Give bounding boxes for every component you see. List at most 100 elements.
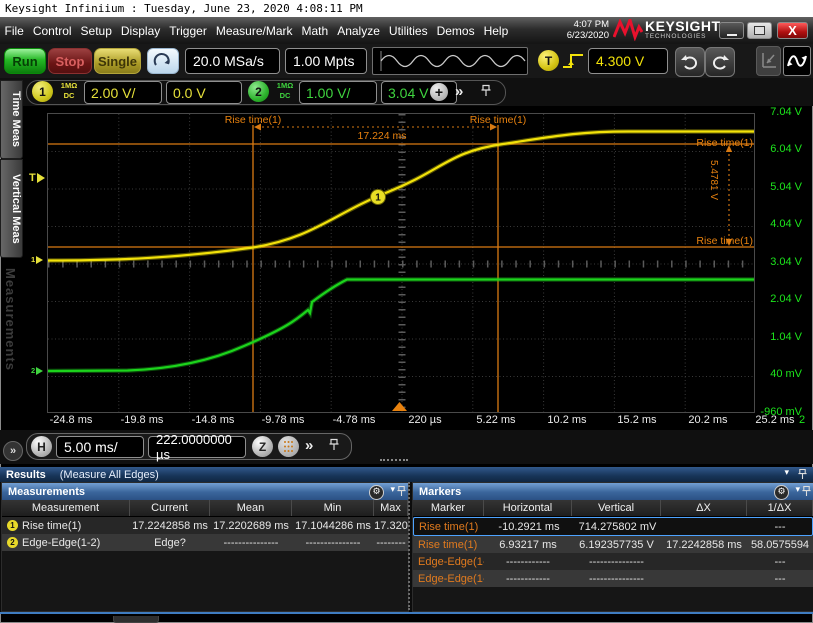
measurement-row[interactable]: 2Edge-Edge(1-2) Edge? --------------- --… xyxy=(2,534,408,551)
add-channel-button[interactable]: + xyxy=(430,83,448,101)
markers-pin-icon[interactable] xyxy=(802,485,811,500)
channel1-scale-field[interactable]: 2.00 V/ xyxy=(84,81,162,104)
col-min[interactable]: Min xyxy=(292,500,374,516)
menu-utilities[interactable]: Utilities xyxy=(384,24,432,38)
zoom-button[interactable]: Z xyxy=(252,436,273,457)
trigger-edge-icon[interactable] xyxy=(561,50,585,77)
menu-analyze[interactable]: Analyze xyxy=(333,24,385,38)
marker-row[interactable]: Edge-Edge(1-2) ------------ ------------… xyxy=(413,570,813,587)
menu-measure-mark[interactable]: Measure/Mark xyxy=(211,24,297,38)
channel2-ground-marker[interactable]: 2 xyxy=(31,366,43,375)
markers-dropdown-icon[interactable]: ▾ xyxy=(795,485,800,495)
horizontal-badge[interactable]: H xyxy=(31,436,52,457)
menu-setup[interactable]: Setup xyxy=(76,24,116,38)
menu-file[interactable]: File xyxy=(0,24,28,38)
memory-depth-field[interactable]: 1.00 Mpts xyxy=(285,48,367,74)
menu-trigger[interactable]: Trigger xyxy=(165,24,212,38)
results-pin-icon[interactable] xyxy=(798,468,807,483)
scope-graticule: 1 xyxy=(48,114,754,412)
timebase-position-field[interactable]: 222.0000000 µs xyxy=(148,436,246,458)
hbar-expand-button[interactable]: » xyxy=(3,441,23,461)
marker-row[interactable]: Edge-Edge(1-2) ------------ ------------… xyxy=(413,553,813,570)
vaxis-label: 7.04 V xyxy=(758,106,802,118)
waveform-display[interactable]: 1 Rise time(1) Rise time(1) 17.224 ms Ri… xyxy=(47,113,755,413)
marker1-dx xyxy=(662,518,748,535)
markers-gear-icon[interactable]: ⚙ xyxy=(774,485,789,500)
menu-demos[interactable]: Demos xyxy=(432,24,479,38)
panel-drag-handle[interactable] xyxy=(380,459,408,463)
marker-row[interactable]: Rise time(1) -10.2921 ms 714.275802 mV -… xyxy=(413,517,813,536)
marker2-name: Rise time(1) xyxy=(413,536,484,553)
single-button[interactable]: Single xyxy=(94,48,141,74)
panel-splitter[interactable] xyxy=(408,482,411,610)
clock-time: 4:07 PM xyxy=(553,19,609,30)
trigger-level-marker[interactable]: T xyxy=(29,172,45,184)
measurements-dropdown-icon[interactable]: ▾ xyxy=(390,485,395,495)
axis-extra-label: 2 xyxy=(799,414,805,426)
channel1-offset-field[interactable]: 0.0 V xyxy=(166,81,242,104)
stop-button[interactable]: Stop xyxy=(48,48,92,74)
col-mean[interactable]: Mean xyxy=(210,500,292,516)
channel1-ground-marker[interactable]: 1 xyxy=(31,255,43,264)
menu-control[interactable]: Control xyxy=(28,24,76,38)
tab-time-meas[interactable]: Time Meas xyxy=(0,80,23,159)
trigger-source-badge[interactable]: T xyxy=(538,50,559,71)
marker-row[interactable]: Rise time(1) 6.93217 ms 6.192357735 V 17… xyxy=(413,536,813,553)
measurements-pin-icon[interactable] xyxy=(397,485,406,500)
waveform-tool-button[interactable] xyxy=(783,46,811,76)
menu-math[interactable]: Math xyxy=(297,24,333,38)
results-titlebar[interactable]: Results (Measure All Edges) ▾ xyxy=(0,467,813,482)
trigger-level-field[interactable]: 4.300 V xyxy=(588,48,668,74)
markers-header[interactable]: Markers ⚙ ▾ xyxy=(413,483,813,500)
redo-button[interactable] xyxy=(705,47,735,77)
trace1-badge[interactable]: 1 xyxy=(371,190,386,205)
hbar-pin-icon[interactable] xyxy=(329,438,339,456)
menu-help[interactable]: Help xyxy=(479,24,513,38)
measurement-row[interactable]: 1Rise time(1) 17.2242858 ms 17.2202689 m… xyxy=(2,517,408,534)
col-dx[interactable]: ΔX xyxy=(661,500,747,516)
rise-time-edge-label-top: Rise time(1) xyxy=(696,137,753,149)
waveform-preview[interactable] xyxy=(372,47,528,75)
col-marker[interactable]: Marker xyxy=(413,500,484,516)
clock-date: 6/23/2020 xyxy=(553,30,609,41)
grid-tool-button[interactable] xyxy=(756,46,781,76)
channel-pin-icon[interactable] xyxy=(481,84,491,102)
waveform-arrows-icon xyxy=(786,50,808,72)
taxis-label: -4.78 ms xyxy=(333,414,376,426)
taxis-label: 10.2 ms xyxy=(547,414,586,426)
channel-expand-chevrons[interactable]: » xyxy=(455,83,463,101)
undo-button[interactable] xyxy=(675,47,705,77)
intensity-button[interactable] xyxy=(278,436,299,457)
menu-display[interactable]: Display xyxy=(116,24,164,38)
tab-vertical-meas[interactable]: Vertical Meas xyxy=(0,159,23,258)
col-horizontal[interactable]: Horizontal xyxy=(484,500,572,516)
measurements-header[interactable]: Measurements ⚙ ▾ xyxy=(2,483,408,500)
col-max[interactable]: Max xyxy=(374,500,408,516)
col-measurement[interactable]: Measurement xyxy=(2,500,130,516)
col-current[interactable]: Current xyxy=(130,500,210,516)
meas1-current: 17.2242858 ms xyxy=(130,517,210,534)
meas1-min: 17.1044286 ms xyxy=(292,517,374,534)
results-dropdown-icon[interactable]: ▾ xyxy=(784,468,789,478)
marker3-name: Edge-Edge(1-2) xyxy=(413,553,484,570)
minimize-button[interactable] xyxy=(719,22,744,39)
sample-rate-field[interactable]: 20.0 MSa/s xyxy=(185,48,280,74)
touch-button[interactable] xyxy=(147,48,179,74)
measurements-gear-icon[interactable]: ⚙ xyxy=(369,485,384,500)
timebase-scale-field[interactable]: 5.00 ms/ xyxy=(56,436,144,458)
minimize-icon xyxy=(727,34,737,36)
channel1-coupling[interactable]: 1MΩ DC xyxy=(56,81,82,101)
close-button[interactable]: X xyxy=(777,22,808,39)
run-button[interactable]: Run xyxy=(4,48,46,74)
channel1-badge[interactable]: 1 xyxy=(32,81,53,102)
col-inv-dx[interactable]: 1/ΔX xyxy=(747,500,813,516)
col-vertical[interactable]: Vertical xyxy=(572,500,661,516)
brand-subname: TECHNOLOGIES xyxy=(645,33,721,40)
channel2-badge[interactable]: 2 xyxy=(248,81,269,102)
measurements-ghost-label: Measurements xyxy=(3,268,18,371)
hbar-chevrons[interactable]: » xyxy=(305,437,313,455)
channel2-coupling[interactable]: 1MΩ DC xyxy=(272,81,298,101)
channel2-scale-field[interactable]: 1.00 V/ xyxy=(299,81,377,104)
bottom-tab-handle[interactable] xyxy=(113,616,159,623)
restore-button[interactable] xyxy=(747,22,772,39)
